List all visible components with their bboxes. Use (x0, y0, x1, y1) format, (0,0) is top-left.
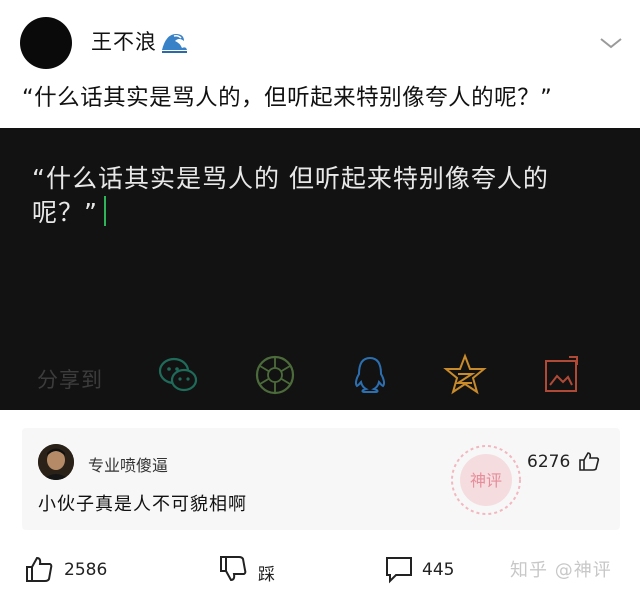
save-image-icon[interactable] (539, 352, 585, 398)
qzone-icon[interactable] (442, 352, 488, 398)
commenter-photo-icon (38, 444, 74, 480)
moments-icon[interactable] (252, 352, 298, 398)
commenter-avatar[interactable] (38, 444, 74, 480)
thumbs-up-icon[interactable] (578, 450, 600, 472)
comment-text: 小伙子真是人不可貌相啊 (38, 494, 247, 515)
comment-like-count: 6276 (527, 452, 571, 472)
chevron-down-icon[interactable] (598, 36, 624, 50)
post-header: 王不浪 (0, 0, 640, 80)
avatar[interactable] (20, 17, 72, 69)
wechat-icon[interactable] (155, 352, 201, 398)
action-bar: 2586 踩 445 知乎 @神评 (0, 548, 640, 599)
upvote-icon[interactable] (24, 554, 54, 584)
share-card: “什么话其实是骂人的 但听起来特别像夸人的呢？” 分享到 (0, 128, 640, 410)
downvote-label[interactable]: 踩 (258, 560, 275, 585)
stamp-text: 神评 (470, 471, 502, 490)
watermark: 知乎 @神评 (510, 560, 612, 581)
upvote-count: 2586 (64, 560, 108, 580)
share-label: 分享到 (37, 368, 103, 392)
downvote-icon[interactable] (218, 554, 248, 584)
username[interactable]: 王不浪 (91, 26, 157, 56)
post-title: “什么话其实是骂人的，但听起来特别像夸人的呢？” (22, 85, 553, 111)
qq-icon[interactable] (347, 352, 393, 398)
divine-comment-stamp: 神评 (451, 445, 521, 515)
text-cursor (103, 196, 106, 226)
hot-comment[interactable]: 专业喷傻逼 6276 小伙子真是人不可貌相啊 神评 (22, 428, 620, 530)
wave-emoji-icon (160, 28, 188, 54)
quote-content: “什么话其实是骂人的 但听起来特别像夸人的呢？” (32, 164, 549, 227)
commenter-name[interactable]: 专业喷傻逼 (88, 452, 168, 476)
comment-count: 445 (422, 560, 455, 580)
quote-text: “什么话其实是骂人的 但听起来特别像夸人的呢？” (32, 162, 592, 230)
comment-icon[interactable] (384, 554, 414, 584)
